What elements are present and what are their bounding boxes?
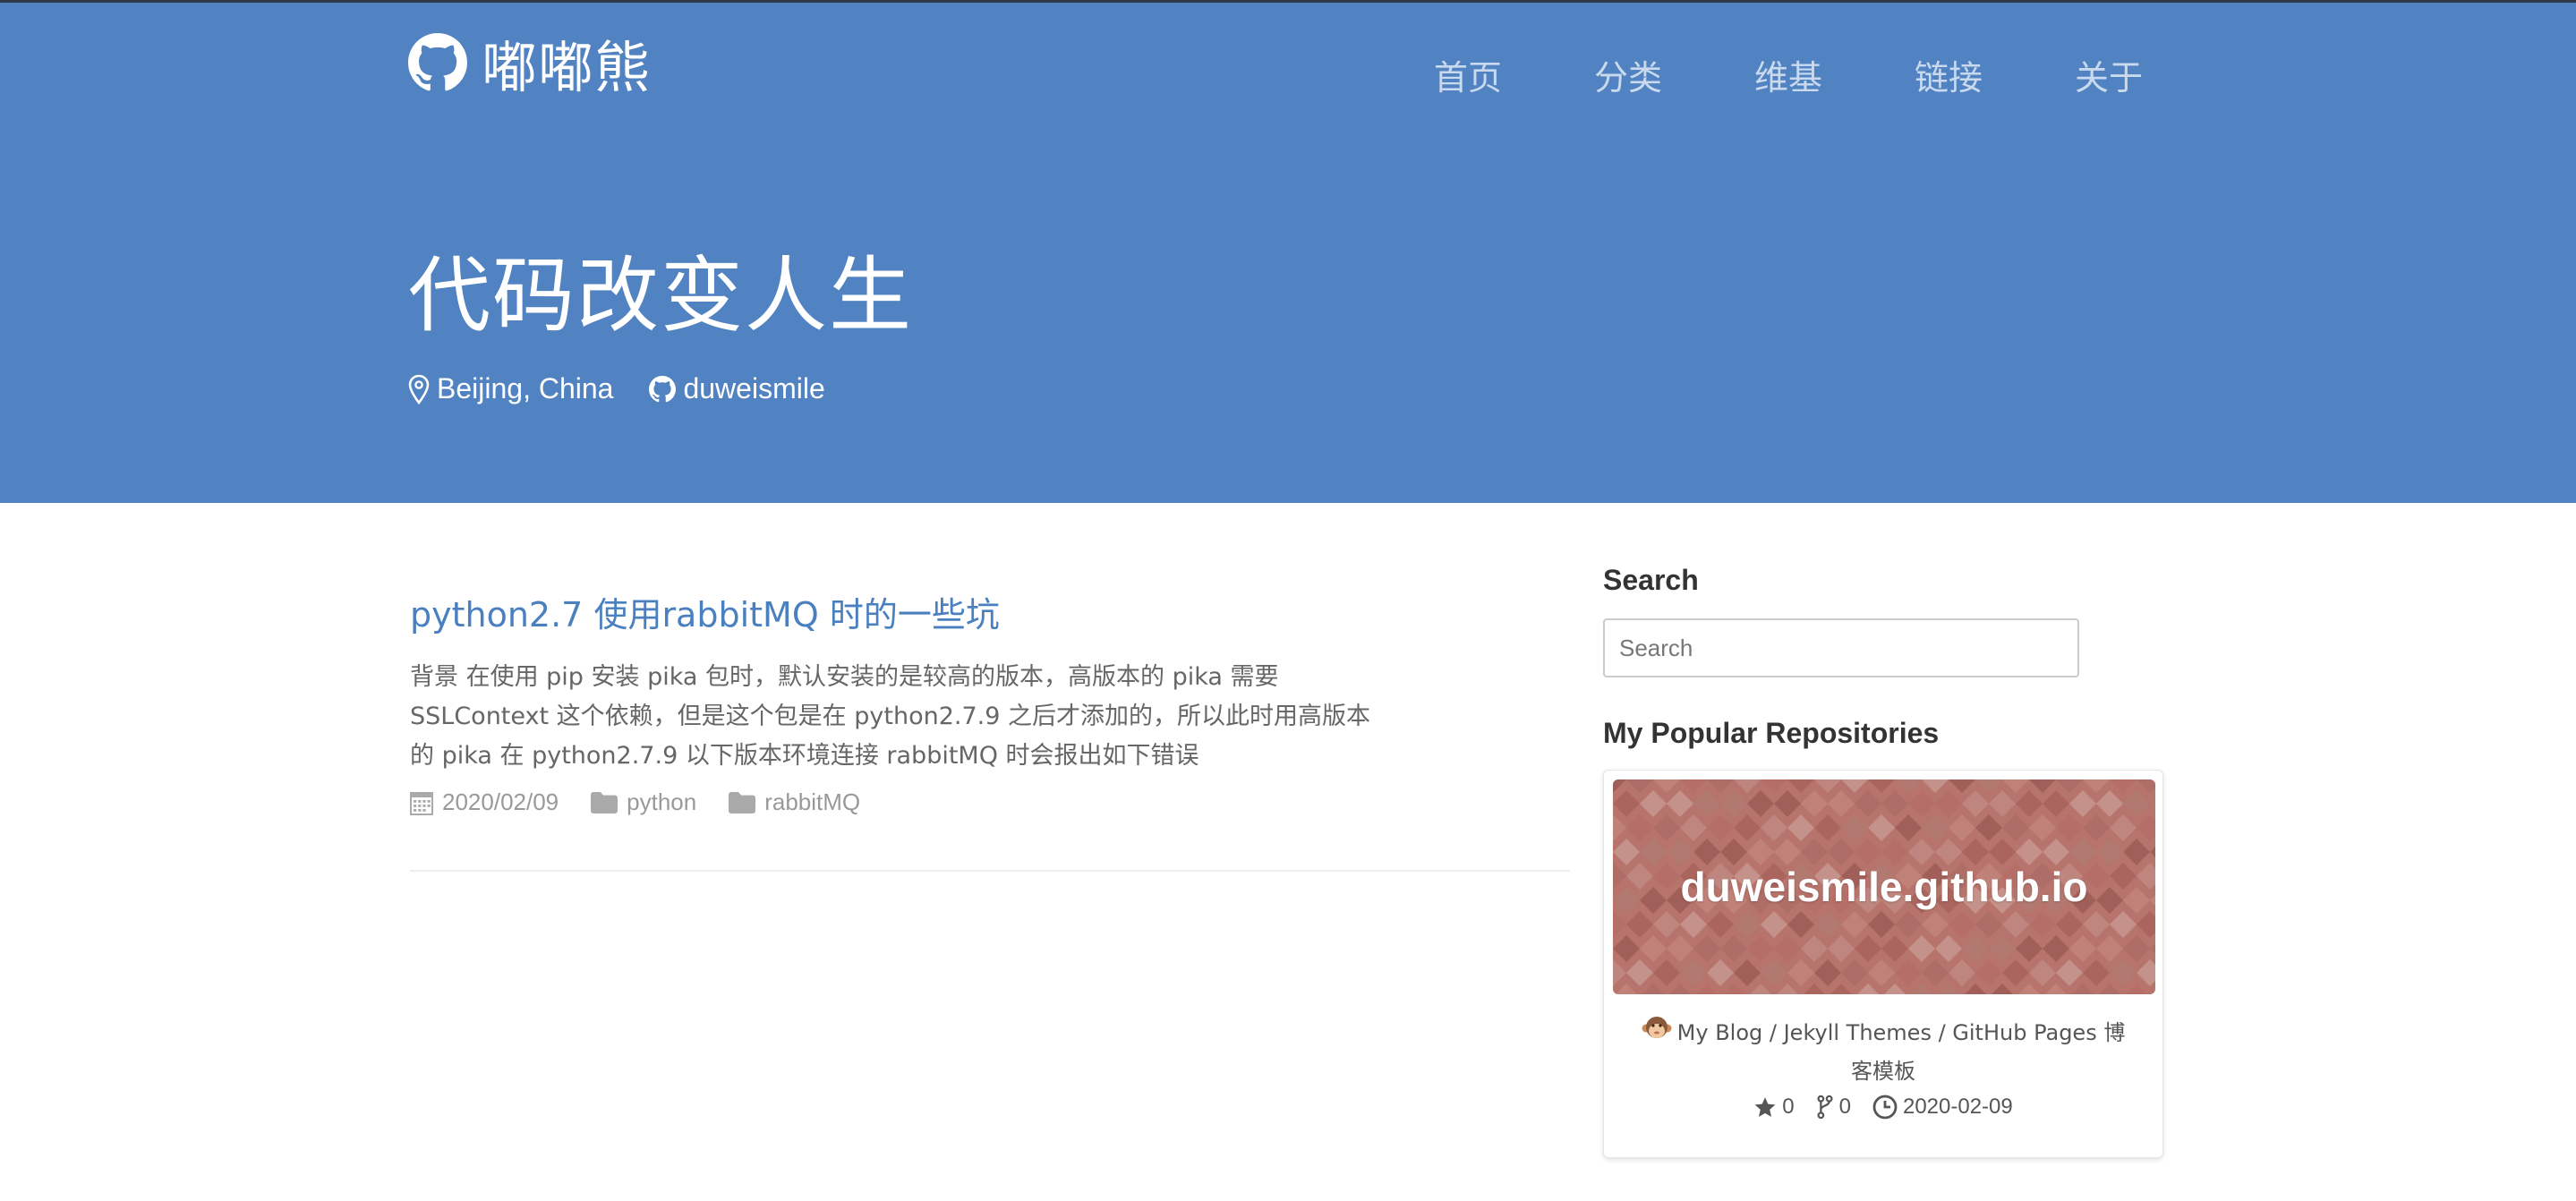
search-heading: Search bbox=[1603, 564, 1699, 596]
nav-item-home[interactable]: 首页 bbox=[1434, 50, 1502, 99]
repo-name: duweismile.github.io bbox=[1680, 864, 2088, 910]
nav-item-wiki[interactable]: 维基 bbox=[1754, 50, 1822, 99]
repo-star-count: 0 bbox=[1782, 1095, 1795, 1119]
search-input[interactable] bbox=[1603, 618, 2079, 677]
category-label: python bbox=[627, 788, 697, 815]
category-link-python[interactable]: python bbox=[591, 788, 696, 816]
location-text: Beijing, China bbox=[437, 372, 614, 405]
sidebar: Search My Popular Repositories duweismil… bbox=[1603, 564, 2167, 1158]
repo-description: My Blog / Jekyll Themes / GitHub Pages 博… bbox=[1633, 1014, 2134, 1091]
repo-stars: 0 bbox=[1753, 1095, 1795, 1120]
post-preview: python2.7 使用rabbitMQ 时的一些坑 背景 在使用 pip 安装… bbox=[410, 587, 1574, 816]
folder-icon bbox=[591, 791, 618, 813]
repos-heading: My Popular Repositories bbox=[1603, 717, 1940, 749]
category-label: rabbitMQ bbox=[764, 788, 861, 815]
nav-item-categories[interactable]: 分类 bbox=[1594, 50, 1662, 99]
folder-icon bbox=[729, 791, 756, 813]
site-header: 嘟嘟熊 首页 分类 维基 链接 关于 代码改变人生 Beijing, China… bbox=[0, 0, 2576, 503]
repo-description-text: My Blog / Jekyll Themes / GitHub Pages 博… bbox=[1676, 1020, 2126, 1084]
post-date-text: 2020/02/09 bbox=[442, 788, 559, 815]
map-pin-icon bbox=[408, 374, 430, 405]
hero-title: 代码改变人生 bbox=[408, 248, 914, 344]
repo-updated: 2020-02-09 bbox=[1872, 1095, 2013, 1120]
repo-banner: duweismile.github.io bbox=[1613, 779, 2155, 994]
post-date: 2020/02/09 bbox=[410, 788, 559, 816]
repo-forks: 0 bbox=[1816, 1095, 1851, 1120]
fork-icon bbox=[1817, 1095, 1833, 1119]
nav-item-about[interactable]: 关于 bbox=[2075, 50, 2143, 99]
category-link-rabbitmq[interactable]: rabbitMQ bbox=[729, 788, 860, 816]
star-icon bbox=[1754, 1097, 1776, 1117]
repo-stats: 0 0 2020-02-09 bbox=[1613, 1095, 2154, 1120]
post-title-link[interactable]: python2.7 使用rabbitMQ 时的一些坑 bbox=[410, 587, 1574, 636]
post-excerpt: 背景 在使用 pip 安装 pika 包时，默认安装的是较高的版本，高版本的 p… bbox=[410, 663, 1370, 770]
github-icon bbox=[649, 375, 677, 402]
main-nav: 首页 分类 维基 链接 关于 bbox=[0, 50, 2576, 104]
clock-icon bbox=[1872, 1095, 1898, 1120]
location: Beijing, China bbox=[408, 372, 613, 405]
github-profile-link[interactable]: duweismile bbox=[649, 372, 825, 405]
post-meta: 2020/02/09 python rabbitMQ bbox=[410, 788, 1574, 816]
nav-item-links[interactable]: 链接 bbox=[1915, 50, 1983, 99]
github-username: duweismile bbox=[683, 372, 825, 405]
post-divider bbox=[410, 870, 1570, 872]
repo-fork-count: 0 bbox=[1838, 1095, 1851, 1119]
calendar-icon bbox=[410, 791, 433, 815]
repo-card[interactable]: duweismile.github.io My Blog / Jekyll Th… bbox=[1603, 770, 2163, 1158]
top-border bbox=[0, 0, 2576, 3]
profile-meta: Beijing, China duweismile bbox=[408, 372, 861, 405]
monkey-emoji-icon bbox=[1642, 1017, 1672, 1038]
repo-updated-date: 2020-02-09 bbox=[1902, 1095, 2013, 1119]
